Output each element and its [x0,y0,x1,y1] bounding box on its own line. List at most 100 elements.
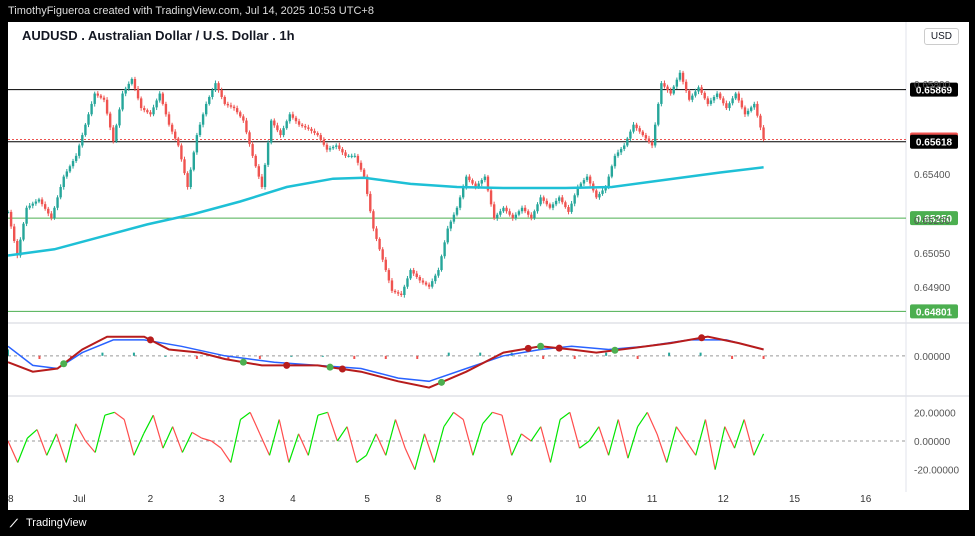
candle-body [74,155,78,162]
candle-body [427,284,431,287]
candle-body [353,155,357,157]
candle-body [266,142,270,165]
osc-segment [94,415,106,453]
chart-svg[interactable]: 0.658690.656290.656180.652500.648010.658… [2,22,969,510]
price-tick-label: 0.65050 [914,249,951,260]
candle-body [149,112,152,115]
candle-body [294,117,298,122]
candle-body [694,91,697,96]
time-axis-label: 16 [860,494,872,505]
candle-body [226,103,230,106]
price-tick-label: 0.64900 [914,283,951,294]
candle-body [613,155,617,167]
macd-cross-marker [239,358,247,366]
macd-histogram-bar [353,355,356,359]
macd-cross-marker [537,342,545,350]
time-axis-label: 3 [219,494,225,505]
candle-body [719,93,722,99]
candle-body [378,238,381,250]
candle-body [406,278,409,287]
candle-body [691,95,694,100]
candle-body [214,83,217,91]
candle-body [155,100,158,108]
candle-body [582,180,586,184]
candle-body [331,146,335,149]
candle-body [749,107,753,111]
candle-body [400,293,403,295]
osc-segment [36,429,48,456]
candle-body [189,169,192,187]
osc-segment [346,426,358,463]
candle-body [387,270,391,281]
macd-histogram-bar [731,355,734,359]
candle-body [489,190,493,205]
candle-body [725,103,728,109]
osc-segment [733,419,745,449]
candle-body [647,138,651,142]
osc-segment [191,431,203,439]
macd-histogram-bar [542,355,545,359]
candle-body [217,83,220,91]
candle-body [372,211,375,229]
candle-body [359,162,363,170]
osc-segment [559,411,571,420]
candle-body [112,127,115,142]
candle-body [328,148,332,150]
candle-body [715,93,719,97]
symbol-title: AUDUSD . Australian Dollar / U.S. Dollar… [22,28,295,43]
macd-histogram-bar [101,352,104,356]
time-axis-label: 15 [789,494,801,505]
candle-body [753,103,756,108]
candle-body [375,228,378,239]
macd-histogram-bar [132,352,135,356]
candle-body [28,205,31,208]
candle-body [619,148,623,153]
candle-body [418,277,422,281]
osc-segment [85,440,96,453]
candle-body [678,72,682,80]
osc-segment [356,454,367,463]
candle-body [653,124,657,146]
osc-segment [685,440,697,456]
candle-body [47,208,50,214]
osc-segment [549,419,561,463]
candle-body [539,197,542,205]
candle-body [25,207,28,224]
osc-segment [336,426,348,442]
candle-body [260,176,264,187]
candle-body [746,110,750,115]
candle-body [322,139,326,145]
chart-area[interactable]: 0.658690.656290.656180.652500.648010.658… [2,22,969,510]
candle-body [434,275,437,282]
candle-body [533,211,536,219]
osc-segment [617,419,629,459]
osc-segment [627,426,639,459]
tv-logo-icon[interactable]: ⟋ [10,518,18,531]
osc-segment [26,429,38,439]
candle-body [424,282,428,285]
macd-histogram-bar [164,355,167,357]
candle-body [235,108,239,113]
osc-segment [7,440,19,463]
osc-segment [666,426,677,463]
osc-segment [75,423,87,442]
candle-body [279,130,282,136]
time-axis-label: 9 [507,494,513,505]
candle-body [62,176,65,187]
candle-body [22,223,25,240]
osc-segment [646,412,658,435]
candle-body [102,97,106,100]
candle-body [34,201,38,204]
brand-name[interactable]: TradingView [26,517,87,529]
currency-badge[interactable]: USD [923,28,959,45]
candle-body [517,211,521,215]
macd-cross-marker [326,363,334,371]
candle-body [598,193,601,198]
macd-cross-marker [338,365,346,373]
osc-segment [307,415,319,456]
candle-body [192,152,195,170]
osc-segment [46,433,57,456]
candle-body [551,204,555,208]
candle-body [390,280,394,291]
candle-body [530,214,533,219]
